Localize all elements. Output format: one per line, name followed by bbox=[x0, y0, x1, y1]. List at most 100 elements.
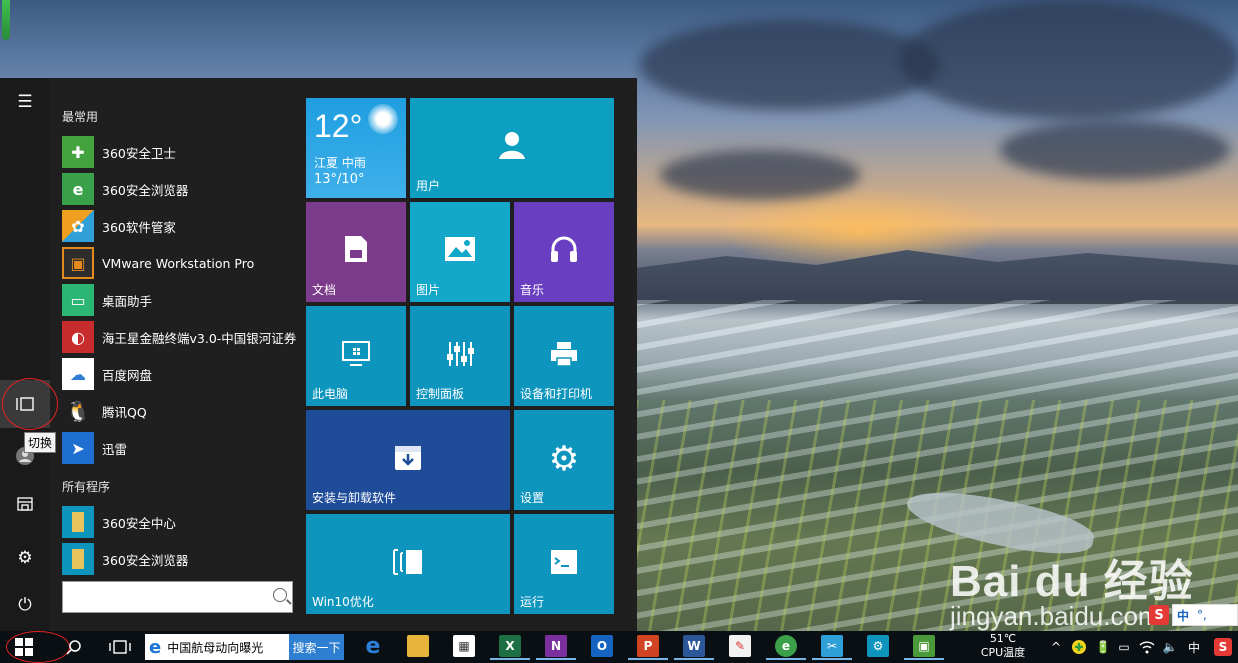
run-tile[interactable]: 运行 bbox=[514, 514, 614, 614]
app-item[interactable]: ▣ VMware Workstation Pro bbox=[62, 246, 298, 280]
outlook-icon[interactable]: O bbox=[582, 634, 622, 660]
weather-range: 13°/10° bbox=[314, 172, 365, 187]
360-guard-tray-icon[interactable] bbox=[1068, 631, 1090, 663]
app-label: 360软件管家 bbox=[102, 219, 176, 235]
sogou-tray-icon[interactable]: S bbox=[1210, 631, 1236, 663]
sliders-icon bbox=[410, 340, 510, 368]
tile-label: 控制面板 bbox=[416, 387, 465, 401]
app-item[interactable]: ◐ 海王星金融终端v3.0-中国银河证券 bbox=[62, 320, 298, 354]
paint-icon[interactable]: ✎ bbox=[720, 634, 760, 660]
weather-tile[interactable]: 12° 江夏 中雨 13°/10° bbox=[306, 98, 406, 198]
install-box-icon bbox=[306, 444, 510, 472]
cpu-temp-label: CPU温度 bbox=[980, 646, 1026, 659]
tile-label: 图片 bbox=[416, 283, 441, 297]
app-list: 最常用 ✚ 360安全卫士 e 360安全浏览器 ✿ 360软件管家 ▣ VMw… bbox=[50, 78, 300, 631]
devices-printers-tile[interactable]: 设备和打印机 bbox=[514, 306, 614, 406]
neptune-finance-icon: ◐ bbox=[62, 321, 94, 353]
music-tile[interactable]: 音乐 bbox=[514, 202, 614, 302]
desktop-assistant-icon: ▭ bbox=[62, 284, 94, 316]
message-icon[interactable]: ▭ bbox=[1114, 631, 1134, 663]
settings-gear-icon[interactable]: ⚙ bbox=[0, 534, 50, 582]
tile-label: 用户 bbox=[416, 179, 441, 193]
ime-lang[interactable]: 中 bbox=[1177, 607, 1189, 624]
search-icon[interactable] bbox=[60, 631, 88, 663]
360-browser-icon[interactable]: e bbox=[766, 634, 806, 660]
ime-toolbar[interactable]: S 中 °, bbox=[1149, 604, 1238, 626]
baidu-netdisk-icon: ☁ bbox=[62, 358, 94, 390]
install-uninstall-tile[interactable]: 安装与卸载软件 bbox=[306, 410, 510, 510]
documents-tile[interactable]: 文档 bbox=[306, 202, 406, 302]
weather-city: 江夏 中雨 bbox=[314, 156, 366, 170]
tile-label: 音乐 bbox=[520, 283, 545, 297]
vmware-icon: ▣ bbox=[62, 247, 94, 279]
app-item[interactable]: 🐧 腾讯QQ bbox=[62, 394, 298, 428]
start-search-box[interactable] bbox=[62, 581, 293, 613]
hamburger-menu-icon[interactable]: ☰ bbox=[0, 78, 50, 126]
app-label: 360安全卫士 bbox=[102, 145, 176, 161]
qq-icon: 🐧 bbox=[62, 395, 94, 427]
weather-temp: 12° bbox=[314, 108, 363, 144]
start-search-input[interactable] bbox=[63, 582, 263, 612]
show-hidden-icons-icon[interactable]: ^ bbox=[1046, 631, 1066, 663]
volume-icon[interactable]: 🔈 bbox=[1160, 631, 1180, 663]
pictures-tile[interactable]: 图片 bbox=[410, 202, 510, 302]
folder-icon bbox=[62, 506, 94, 538]
cpu-temp-value: 51℃ bbox=[989, 632, 1017, 645]
picture-icon bbox=[410, 236, 510, 262]
app-item[interactable]: 360安全浏览器 bbox=[62, 542, 298, 576]
app-label: 360安全中心 bbox=[102, 515, 176, 531]
store-icon[interactable]: ▦ bbox=[444, 634, 484, 660]
user-tile[interactable]: 用户 bbox=[410, 98, 614, 198]
cpu-temp-widget[interactable]: 51℃ CPU温度 bbox=[972, 632, 1034, 660]
control-panel-tile[interactable]: 控制面板 bbox=[410, 306, 510, 406]
power-icon[interactable]: ⏻ bbox=[0, 581, 50, 629]
sniping-icon[interactable]: ✂ bbox=[812, 634, 852, 660]
ime-language-indicator[interactable]: 中 bbox=[1182, 631, 1206, 663]
app-item[interactable]: 360安全中心 bbox=[62, 505, 298, 539]
onenote-icon[interactable]: N bbox=[536, 634, 576, 660]
word-icon[interactable]: W bbox=[674, 634, 714, 660]
app-item[interactable]: ➤ 迅雷 bbox=[62, 431, 298, 465]
headphones-icon bbox=[514, 234, 614, 264]
excel-icon[interactable]: X bbox=[490, 634, 530, 660]
most-used-title: 最常用 bbox=[62, 110, 99, 124]
app-label: 海王星金融终端v3.0-中国银河证券 bbox=[102, 330, 297, 346]
printer-icon bbox=[514, 340, 614, 368]
watermark-url: jingyan.baidu.com bbox=[950, 601, 1160, 631]
search-icon[interactable] bbox=[273, 588, 287, 602]
task-view-icon[interactable] bbox=[102, 631, 138, 663]
ie-search-text: 中国航母动向曝光 bbox=[167, 640, 264, 655]
powerpoint-icon[interactable]: P bbox=[628, 634, 668, 660]
all-programs-title: 所有程序 bbox=[62, 480, 111, 494]
file-explorer-icon[interactable] bbox=[398, 634, 438, 660]
search-now-button[interactable]: 搜索一下 bbox=[289, 634, 344, 660]
taskbar: e 中国航母动向曝光 搜索一下 e ▦ X N O P W ✎ e ✂ ⚙ ▣ … bbox=[0, 631, 1238, 663]
app-item[interactable]: ▭ 桌面助手 bbox=[62, 283, 298, 317]
tile-label: 运行 bbox=[520, 595, 545, 609]
app-item[interactable]: ✿ 360软件管家 bbox=[62, 209, 298, 243]
ime-punct[interactable]: °, bbox=[1197, 608, 1207, 622]
app-label: 桌面助手 bbox=[102, 293, 153, 309]
file-explorer-icon[interactable] bbox=[0, 480, 50, 528]
tile-label: 安装与卸载软件 bbox=[312, 491, 397, 505]
edge-icon[interactable]: e bbox=[353, 634, 393, 660]
tile-label: 设备和打印机 bbox=[520, 387, 593, 401]
ie-search-box[interactable]: e 中国航母动向曝光 bbox=[145, 634, 289, 660]
wifi-icon[interactable] bbox=[1136, 631, 1158, 663]
360-software-manager-icon: ✿ bbox=[62, 210, 94, 242]
app-item[interactable]: ✚ 360安全卫士 bbox=[62, 135, 298, 169]
watermark-logo: Bai du 经验 bbox=[950, 557, 1194, 606]
sogou-icon[interactable]: S bbox=[1149, 605, 1169, 625]
360-browser-icon: e bbox=[62, 173, 94, 205]
app-item[interactable]: ☁ 百度网盘 bbox=[62, 357, 298, 391]
battery-icon[interactable]: 🔋 bbox=[1092, 631, 1114, 663]
folder-icon bbox=[62, 543, 94, 575]
settings-tile[interactable]: ⚙ 设置 bbox=[514, 410, 614, 510]
xunlei-icon: ➤ bbox=[62, 432, 94, 464]
app-item[interactable]: e 360安全浏览器 bbox=[62, 172, 298, 206]
photo-icon[interactable]: ▣ bbox=[904, 634, 944, 660]
this-pc-tile[interactable]: 此电脑 bbox=[306, 306, 406, 406]
win10-optimize-tile[interactable]: Win10优化 bbox=[306, 514, 510, 614]
tile-label: 文档 bbox=[312, 283, 337, 297]
settings-icon[interactable]: ⚙ bbox=[858, 634, 898, 660]
